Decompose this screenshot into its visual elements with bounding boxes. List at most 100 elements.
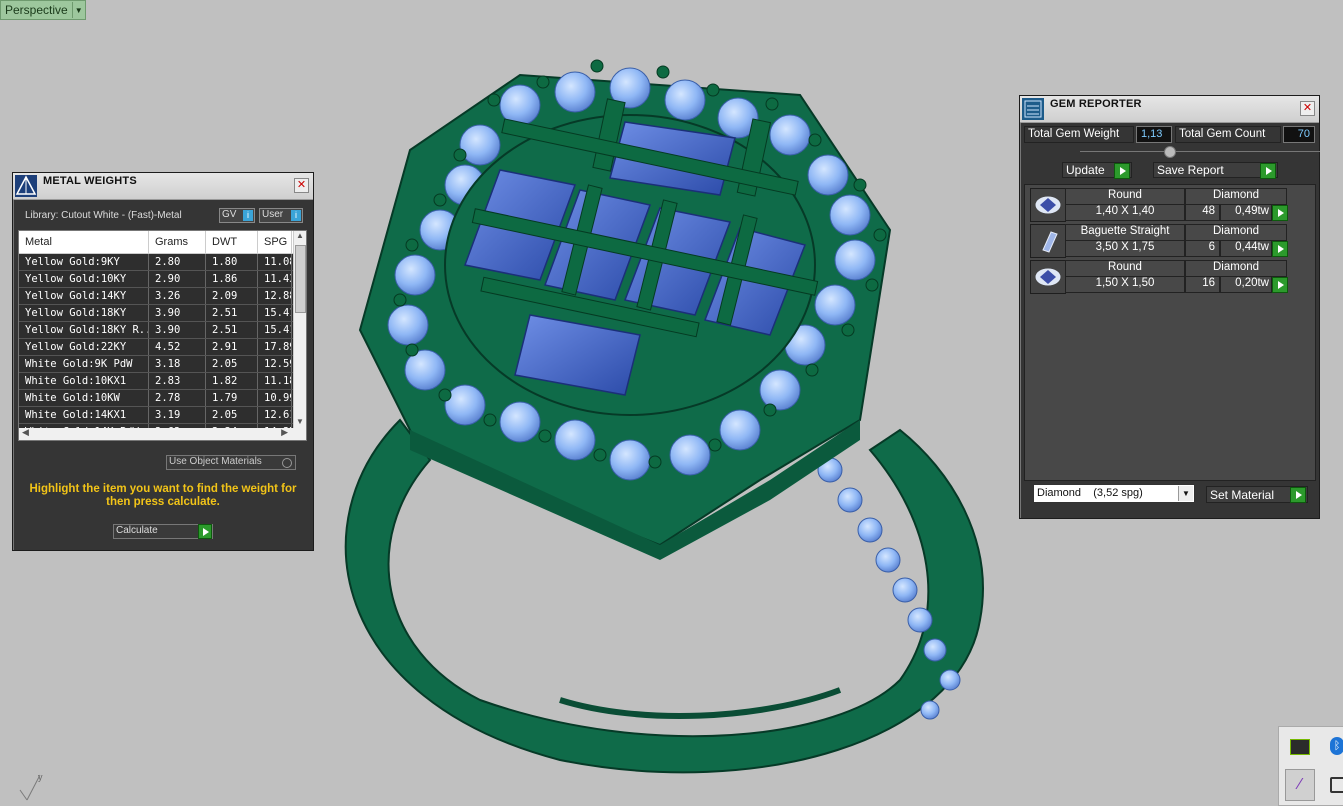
table-cell-spg: 12.88 — [258, 288, 292, 304]
pen-icon[interactable]: ⁄ — [1285, 769, 1315, 801]
splitter-handle-icon[interactable] — [1164, 146, 1176, 158]
scroll-left-icon[interactable]: ◀ — [22, 427, 29, 438]
metal-weights-titlebar[interactable]: METAL WEIGHTS ✕ — [13, 173, 313, 200]
close-icon[interactable]: ✕ — [1300, 101, 1315, 116]
vertical-scrollbar[interactable]: ▲ ▼ — [293, 231, 306, 429]
save-report-button[interactable]: Save Report — [1153, 162, 1278, 179]
column-header[interactable]: Metal — [19, 231, 149, 253]
table-row[interactable]: Yellow Gold:18KY R...3.902.5115.41 — [19, 322, 306, 339]
gem-reporter-panel: GEM REPORTER ✕ Total Gem Weight 1,13 Tot… — [1019, 95, 1320, 519]
table-cell-dwt: 1.79 — [206, 390, 258, 406]
play-icon — [1114, 163, 1130, 179]
table-row[interactable]: Yellow Gold:14KY3.262.0912.88 — [19, 288, 306, 305]
gem-row[interactable]: Round Diamond 1,40 X 1,40 48 0,49tw — [1030, 188, 1288, 222]
play-icon[interactable] — [1272, 205, 1288, 221]
gem-weight: 0,20tw — [1220, 276, 1272, 293]
nvidia-icon[interactable] — [1290, 739, 1310, 755]
column-header[interactable]: SPG — [258, 231, 292, 253]
table-cell-dwt: 1.82 — [206, 373, 258, 389]
table-cell-dwt: 2.05 — [206, 356, 258, 372]
user-label: User — [262, 209, 284, 220]
gem-size: 1,50 X 1,50 — [1065, 276, 1185, 293]
table-row[interactable]: Yellow Gold:18KY3.902.5115.41 — [19, 305, 306, 322]
use-object-materials-checkbox[interactable]: Use Object Materials — [166, 455, 296, 470]
gv-label: GV — [222, 209, 237, 220]
save-report-label: Save Report — [1157, 163, 1224, 177]
table-cell-spg: 12.59 — [258, 356, 292, 372]
scroll-thumb[interactable] — [295, 245, 306, 313]
gv-toggle[interactable]: GV i — [219, 208, 255, 223]
column-header[interactable]: DWT — [206, 231, 258, 253]
table-cell-grams: 3.18 — [149, 356, 206, 372]
table-row[interactable]: White Gold:9K PdW3.182.0512.59 — [19, 356, 306, 373]
table-cell-grams: 2.78 — [149, 390, 206, 406]
gem-count: 48 — [1185, 204, 1220, 221]
gem-count: 6 — [1185, 240, 1220, 257]
table-cell-spg: 11.08 — [258, 254, 292, 270]
user-toggle[interactable]: User i — [259, 208, 303, 223]
table-cell-metal: Yellow Gold:14KY — [19, 288, 149, 304]
horizontal-scrollbar[interactable]: ◀ ▶ — [18, 427, 307, 441]
bluetooth-icon[interactable]: ᛒ — [1330, 737, 1343, 755]
table-cell-spg: 11.18 — [258, 373, 292, 389]
gem-row[interactable]: Round Diamond 1,50 X 1,50 16 0,20tw — [1030, 260, 1288, 294]
close-icon[interactable]: ✕ — [294, 178, 309, 193]
table-cell-grams: 2.80 — [149, 254, 206, 270]
library-label: Library: Cutout White - (Fast)-Metal — [25, 210, 182, 221]
table-cell-grams: 2.90 — [149, 271, 206, 287]
table-cell-dwt: 2.51 — [206, 322, 258, 338]
table-row[interactable]: White Gold:10KW2.781.7910.99 — [19, 390, 306, 407]
material-select[interactable]: Diamond (3,52 spg) ▼ — [1033, 484, 1195, 503]
play-icon — [1290, 487, 1306, 503]
update-button[interactable]: Update — [1062, 162, 1132, 179]
gem-shape: Round — [1065, 260, 1185, 277]
total-gem-weight-value: 1,13 — [1136, 126, 1172, 143]
metal-table[interactable]: Metal Grams DWT SPG Yellow Gold:9KY 2.80 1… — [18, 230, 307, 430]
table-row[interactable]: Yellow Gold:22KY4.522.9117.89 — [19, 339, 306, 356]
table-cell-spg: 11.43 — [258, 271, 292, 287]
scroll-right-icon[interactable]: ▶ — [281, 427, 288, 438]
total-gem-count-label: Total Gem Count — [1175, 126, 1281, 143]
table-cell-dwt: 2.91 — [206, 339, 258, 355]
table-row[interactable]: Yellow Gold:10KY2.901.8611.43 — [19, 271, 306, 288]
table-cell-spg: 15.41 — [258, 322, 292, 338]
splitter[interactable] — [1080, 151, 1320, 152]
radio-icon — [282, 458, 292, 468]
update-label: Update — [1066, 163, 1105, 177]
hint-text: Highlight the item you want to find the … — [29, 483, 297, 508]
gem-reporter-titlebar[interactable]: GEM REPORTER ✕ — [1020, 96, 1319, 123]
table-row[interactable]: White Gold:14KX13.192.0512.61 — [19, 407, 306, 424]
table-cell-dwt: 2.09 — [206, 288, 258, 304]
round-gem-icon — [1030, 188, 1066, 222]
table-cell-metal: White Gold:10KX1 — [19, 373, 149, 389]
table-cell-grams: 4.52 — [149, 339, 206, 355]
table-row[interactable]: Yellow Gold:9KY2.801.8011.08 — [19, 254, 306, 271]
table-row[interactable]: White Gold:10KX12.831.8211.18 — [19, 373, 306, 390]
table-cell-spg: 12.61 — [258, 407, 292, 423]
chevron-down-icon[interactable]: ▼ — [1178, 486, 1193, 501]
panel-title: GEM REPORTER — [1050, 98, 1142, 110]
play-icon[interactable] — [1272, 277, 1288, 293]
info-icon: i — [291, 210, 301, 221]
calculate-button[interactable]: Calculate — [113, 524, 213, 539]
table-cell-spg: 15.41 — [258, 305, 292, 321]
power-icon[interactable] — [1330, 777, 1343, 793]
table-cell-metal: White Gold:10KW — [19, 390, 149, 406]
column-header[interactable]: Grams — [149, 231, 206, 253]
table-cell-grams: 3.90 — [149, 322, 206, 338]
table-header: Metal Grams DWT SPG — [19, 231, 306, 254]
use-object-materials-label: Use Object Materials — [169, 456, 262, 467]
table-cell-metal: Yellow Gold:9KY — [19, 254, 149, 270]
gem-shape: Baguette Straight — [1065, 224, 1185, 241]
table-cell-dwt: 1.80 — [206, 254, 258, 270]
gem-weight: 0,44tw — [1220, 240, 1272, 257]
set-material-button[interactable]: Set Material — [1206, 486, 1308, 503]
gem-material: Diamond — [1185, 260, 1287, 277]
play-icon[interactable] — [1272, 241, 1288, 257]
table-cell-spg: 10.99 — [258, 390, 292, 406]
gem-row[interactable]: Baguette Straight Diamond 3,50 X 1,75 6 … — [1030, 224, 1288, 258]
table-cell-metal: White Gold:14KX1 — [19, 407, 149, 423]
play-icon — [1260, 163, 1276, 179]
scroll-up-icon[interactable]: ▲ — [294, 231, 306, 243]
table-cell-grams: 2.83 — [149, 373, 206, 389]
